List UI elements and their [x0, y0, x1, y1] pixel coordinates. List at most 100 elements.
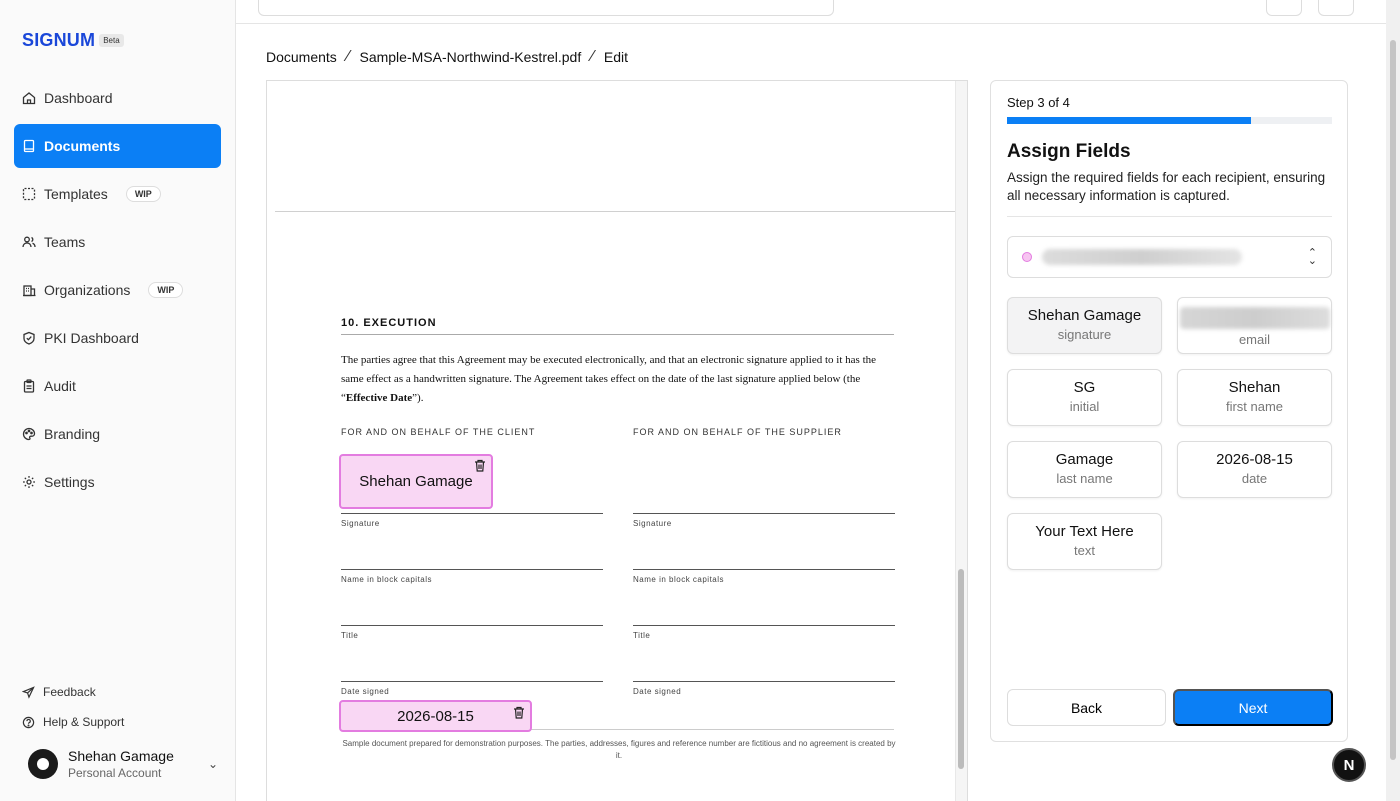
- feedback-label: Feedback: [43, 685, 96, 699]
- panel-title: Assign Fields: [1007, 141, 1131, 162]
- field-label: last name: [1056, 471, 1113, 486]
- sidebar-item-teams[interactable]: Teams: [14, 220, 221, 264]
- field-text-button[interactable]: Your Text Here text: [1007, 513, 1162, 570]
- date-line: [633, 681, 895, 682]
- sidebar-item-audit[interactable]: Audit: [14, 364, 221, 408]
- clipboard-icon: [23, 379, 35, 393]
- back-button[interactable]: Back: [1007, 689, 1166, 726]
- field-value: SG: [1073, 379, 1096, 396]
- avatar: [28, 749, 58, 779]
- assign-fields-panel: Step 3 of 4 Assign Fields Assign the req…: [990, 80, 1348, 742]
- breadcrumb-file[interactable]: Sample-MSA-Northwind-Kestrel.pdf: [359, 49, 581, 65]
- breadcrumb-documents[interactable]: Documents: [266, 49, 337, 65]
- supplier-heading: FOR AND ON BEHALF OF THE SUPPLIER: [633, 427, 842, 437]
- progress-bar: [1007, 117, 1332, 124]
- template-icon: [22, 187, 36, 201]
- title-line: [633, 625, 895, 626]
- building-icon: [23, 285, 36, 297]
- brand-logo[interactable]: SIGNUM Beta: [22, 30, 124, 51]
- document-scrollbar[interactable]: [955, 81, 967, 801]
- signature-label: Signature: [341, 519, 380, 528]
- gear-icon: [23, 476, 35, 488]
- breadcrumb-edit: Edit: [603, 49, 629, 65]
- trash-icon[interactable]: [513, 706, 525, 719]
- document-viewer[interactable]: 10. EXECUTION The parties agree that thi…: [266, 80, 968, 801]
- sidebar-item-label: PKI Dashboard: [44, 330, 139, 346]
- scrollbar-thumb[interactable]: [958, 569, 964, 769]
- sidebar: SIGNUM Beta Dashboard Documents Template…: [0, 0, 236, 801]
- floating-n-badge[interactable]: N: [1332, 748, 1366, 782]
- step-indicator: Step 3 of 4: [1007, 95, 1070, 110]
- title-line: [341, 625, 603, 626]
- beta-badge: Beta: [99, 34, 124, 47]
- placed-signature-field[interactable]: Shehan Gamage: [339, 454, 493, 509]
- field-label: date: [1241, 471, 1268, 486]
- panel-description: Assign the required fields for each reci…: [1007, 170, 1326, 203]
- field-signature-button[interactable]: Shehan Gamage signature: [1007, 297, 1162, 354]
- breadcrumb: Documents ⁄ Sample-MSA-Northwind-Kestrel…: [266, 48, 628, 66]
- field-first-name-button[interactable]: Shehan first name: [1177, 369, 1332, 426]
- recipient-select[interactable]: ⌃ ⌄: [1007, 236, 1332, 278]
- next-button[interactable]: Next: [1173, 689, 1333, 726]
- home-icon: [22, 92, 36, 105]
- field-value: 2026-08-15: [1216, 451, 1293, 468]
- account-name: Shehan Gamage: [68, 748, 174, 764]
- date-label: Date signed: [633, 687, 682, 696]
- recipient-color-dot: [1022, 252, 1032, 262]
- name-label: Name in block capitals: [633, 575, 725, 584]
- sidebar-item-label: Teams: [44, 234, 86, 250]
- placed-signature-value: Shehan Gamage: [359, 473, 473, 490]
- field-last-name-button[interactable]: Gamage last name: [1007, 441, 1162, 498]
- placed-date-field[interactable]: 2026-08-15: [339, 700, 532, 732]
- sidebar-item-label: Audit: [44, 378, 76, 394]
- sidebar-item-branding[interactable]: Branding: [14, 412, 221, 456]
- field-label: text: [1074, 543, 1095, 558]
- field-date-button[interactable]: 2026-08-15 date: [1177, 441, 1332, 498]
- sidebar-item-organizations[interactable]: Organizations WIP: [14, 268, 221, 312]
- sidebar-item-label: Documents: [44, 138, 121, 154]
- name-line: [633, 569, 895, 570]
- sidebar-item-templates[interactable]: Templates WIP: [14, 172, 221, 216]
- wip-badge: WIP: [125, 186, 161, 202]
- page-divider: [275, 211, 955, 212]
- topbar-button[interactable]: [1318, 0, 1354, 16]
- progress-fill: [1007, 117, 1251, 124]
- trash-icon[interactable]: [474, 459, 486, 472]
- sidebar-item-label: Branding: [44, 426, 101, 442]
- main-content: Documents ⁄ Sample-MSA-Northwind-Kestrel…: [236, 24, 1386, 801]
- sidebar-item-settings[interactable]: Settings: [14, 460, 221, 504]
- field-value: Shehan Gamage: [1027, 307, 1142, 324]
- sidebar-item-documents[interactable]: Documents: [14, 124, 221, 168]
- shield-icon: [23, 331, 35, 345]
- window-scrollbar[interactable]: [1386, 0, 1400, 801]
- topbar-button[interactable]: [1266, 0, 1302, 16]
- sidebar-item-pki-dashboard[interactable]: PKI Dashboard: [14, 316, 221, 360]
- sidebar-item-label: Dashboard: [44, 90, 113, 106]
- field-value: Shehan: [1228, 379, 1281, 396]
- users-icon: [22, 236, 36, 248]
- field-email-button[interactable]: email: [1177, 297, 1332, 354]
- sidebar-item-label: Templates: [44, 186, 108, 202]
- top-bar: [236, 0, 1386, 24]
- name-line: [341, 569, 603, 570]
- send-icon: [22, 685, 35, 699]
- sidebar-item-dashboard[interactable]: Dashboard: [14, 76, 221, 120]
- sidebar-nav: Dashboard Documents Templates WIP Teams …: [14, 76, 221, 508]
- help-icon: [22, 716, 35, 728]
- help-support-link[interactable]: Help & Support: [22, 707, 124, 737]
- brand-name: SIGNUM: [22, 30, 96, 50]
- search-input[interactable]: [258, 0, 834, 16]
- execution-paragraph: The parties agree that this Agreement ma…: [341, 354, 877, 404]
- breadcrumb-separator: ⁄: [591, 48, 594, 65]
- feedback-link[interactable]: Feedback: [22, 677, 124, 707]
- field-initial-button[interactable]: SG initial: [1007, 369, 1162, 426]
- date-line: [341, 681, 603, 682]
- date-label: Date signed: [341, 687, 390, 696]
- chevron-updown-icon: ⌃ ⌄: [1307, 247, 1317, 267]
- section-title: 10. EXECUTION: [341, 317, 437, 329]
- title-label: Title: [633, 631, 651, 640]
- window-scrollbar-thumb[interactable]: [1390, 40, 1396, 760]
- account-switcher[interactable]: Shehan Gamage Personal Account ⌄: [28, 748, 218, 780]
- field-value: Your Text Here: [1035, 523, 1134, 540]
- placed-date-value: 2026-08-15: [397, 707, 474, 725]
